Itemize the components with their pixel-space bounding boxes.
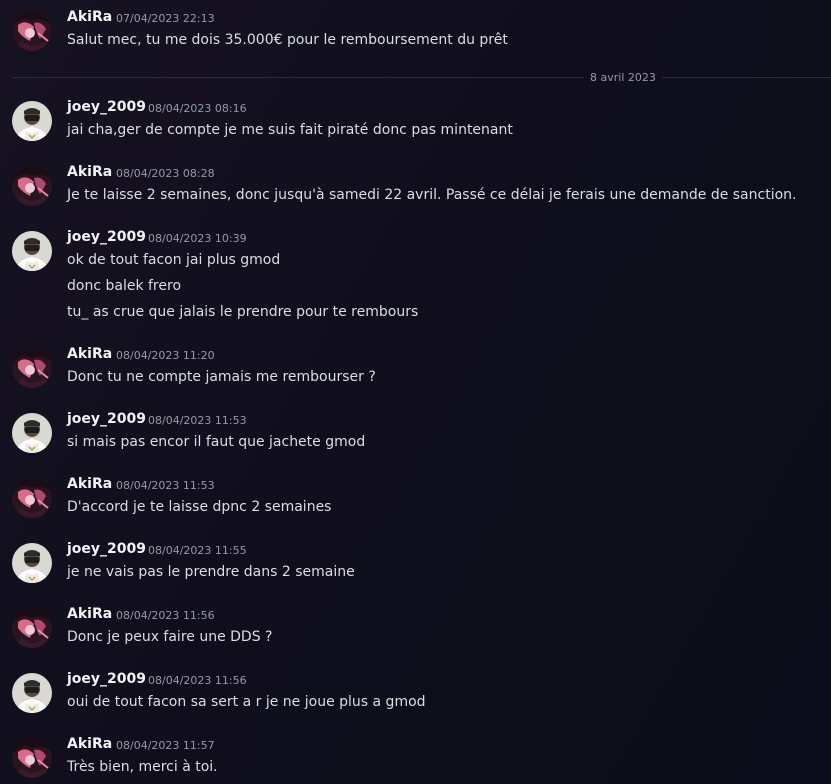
joey-avatar[interactable]: [12, 101, 52, 141]
message-text: si mais pas encor il faut que jachete gm…: [67, 434, 366, 450]
message-text: Très bien, merci à toi.: [67, 759, 218, 775]
akira-avatar[interactable]: [12, 166, 52, 206]
message-timestamp: 07/04/2023 22:13: [116, 12, 215, 25]
message-author[interactable]: AkiRa: [67, 736, 112, 752]
joey-avatar[interactable]: [12, 543, 52, 583]
message-author[interactable]: joey_2009: [67, 671, 146, 687]
message-text: Je te laisse 2 semaines, donc jusqu'à sa…: [67, 187, 797, 203]
message-timestamp: 08/04/2023 08:16: [148, 102, 247, 115]
message-text: tu_ as crue que jalais le prendre pour t…: [67, 304, 419, 320]
joey-avatar[interactable]: [12, 413, 52, 453]
akira-avatar[interactable]: [12, 348, 52, 388]
message-author[interactable]: AkiRa: [67, 164, 112, 180]
message-text: D'accord je te laisse dpnc 2 semaines: [67, 499, 332, 515]
message-author[interactable]: joey_2009: [67, 229, 146, 245]
message-text: donc balek frero: [67, 278, 182, 294]
akira-avatar[interactable]: [12, 608, 52, 648]
message-timestamp: 08/04/2023 11:57: [116, 739, 215, 752]
message-timestamp: 08/04/2023 11:56: [148, 674, 247, 687]
date-divider-label: 8 avril 2023: [584, 71, 662, 84]
joey-avatar[interactable]: [12, 673, 52, 713]
message-timestamp: 08/04/2023 11:53: [148, 414, 247, 427]
akira-avatar[interactable]: [12, 11, 52, 51]
message-author[interactable]: joey_2009: [67, 541, 146, 557]
message-text: Donc tu ne compte jamais me rembourser ?: [67, 369, 376, 385]
message-timestamp: 08/04/2023 11:56: [116, 609, 215, 622]
message-author[interactable]: AkiRa: [67, 476, 112, 492]
message-text: Salut mec, tu me dois 35.000€ pour le re…: [67, 32, 508, 48]
message-text: jai cha,ger de compte je me suis fait pi…: [67, 122, 513, 138]
message-text: oui de tout facon sa sert a r je ne joue…: [67, 694, 426, 710]
date-divider: [12, 77, 831, 78]
message-timestamp: 08/04/2023 11:20: [116, 349, 215, 362]
message-timestamp: 08/04/2023 08:28: [116, 167, 215, 180]
message-author[interactable]: AkiRa: [67, 346, 112, 362]
joey-avatar[interactable]: [12, 231, 52, 271]
message-text: je ne vais pas le prendre dans 2 semaine: [67, 564, 355, 580]
message-author[interactable]: joey_2009: [67, 411, 146, 427]
message-timestamp: 08/04/2023 10:39: [148, 232, 247, 245]
message-timestamp: 08/04/2023 11:55: [148, 544, 247, 557]
message-author[interactable]: AkiRa: [67, 9, 112, 25]
message-text: ok de tout facon jai plus gmod: [67, 252, 281, 268]
message-author[interactable]: AkiRa: [67, 606, 112, 622]
message-author[interactable]: joey_2009: [67, 99, 146, 115]
message-text: Donc je peux faire une DDS ?: [67, 629, 273, 645]
akira-avatar[interactable]: [12, 738, 52, 778]
akira-avatar[interactable]: [12, 478, 52, 518]
message-timestamp: 08/04/2023 11:53: [116, 479, 215, 492]
